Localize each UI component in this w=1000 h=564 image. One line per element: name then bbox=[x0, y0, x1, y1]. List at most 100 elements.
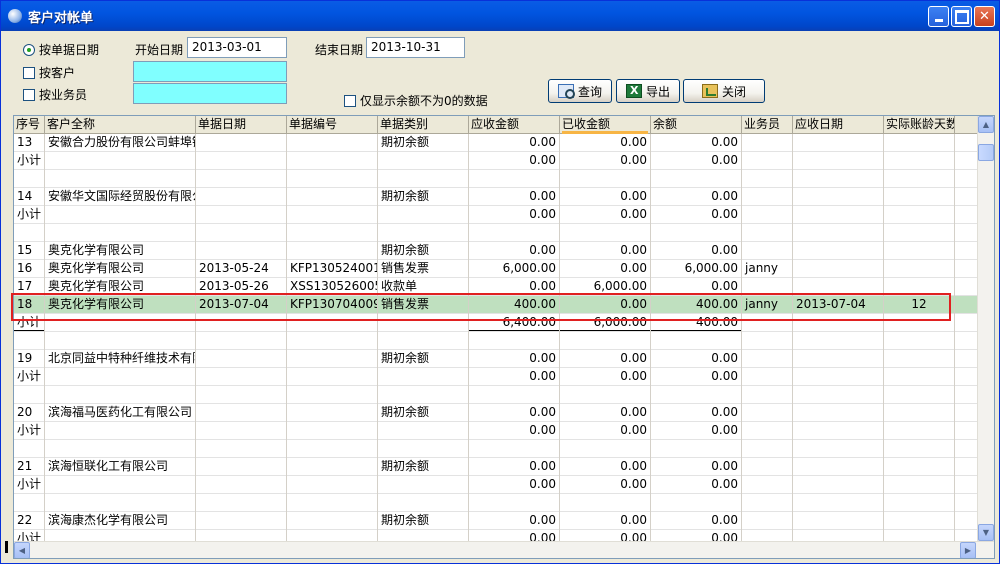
cell-col-aging-days[interactable] bbox=[884, 170, 955, 188]
cell-col-aging-days[interactable] bbox=[884, 386, 955, 404]
scroll-right-icon[interactable]: ▶ bbox=[960, 542, 976, 558]
checkbox-nonzero-balance[interactable]: 仅显示余额不为0的数据 bbox=[344, 92, 488, 109]
cell-col-doc-date[interactable] bbox=[196, 458, 287, 476]
cell-col-doc-date[interactable] bbox=[196, 386, 287, 404]
cell-col-doc-date[interactable] bbox=[196, 512, 287, 530]
cell-col-doc-type[interactable] bbox=[378, 332, 469, 350]
cell-col-customer[interactable] bbox=[45, 224, 196, 242]
header-col-doc-date[interactable]: 单据日期 bbox=[196, 116, 287, 134]
cell-col-due-date[interactable] bbox=[793, 242, 884, 260]
cell-col-salesperson[interactable] bbox=[742, 242, 793, 260]
cell-col-aging-days[interactable]: 12 bbox=[884, 296, 955, 314]
cell-col-aging-days[interactable] bbox=[884, 458, 955, 476]
cell-col-receivable[interactable]: 0.00 bbox=[469, 350, 560, 368]
statement-grid[interactable]: 序号 客户全称 单据日期 单据编号 单据类别 应收金额 已收金额 余额 业务员 应收日期 实际账龄天… bbox=[13, 115, 995, 559]
cell-col-salesperson[interactable] bbox=[742, 134, 793, 152]
cell-col-due-date[interactable] bbox=[793, 350, 884, 368]
cell-col-receivable[interactable]: 0.00 bbox=[469, 422, 560, 440]
cell-col-customer[interactable]: 安徽合力股份有限公司蚌埠铸 bbox=[45, 134, 196, 152]
cell-col-due-date[interactable] bbox=[793, 494, 884, 512]
cell-col-aging-days[interactable] bbox=[884, 494, 955, 512]
cell-col-due-date[interactable] bbox=[793, 134, 884, 152]
table-row[interactable] bbox=[14, 386, 978, 404]
cell-col-balance[interactable]: 400.00 bbox=[651, 296, 742, 314]
cell-col-received[interactable] bbox=[560, 440, 651, 458]
table-row[interactable]: 18 奥克化学有限公司 2013-07-04 KFP130704009 销售发票 400.… bbox=[14, 296, 978, 314]
cell-col-aging-days[interactable] bbox=[884, 188, 955, 206]
cell-col-doc-date[interactable] bbox=[196, 476, 287, 494]
cell-col-salesperson[interactable] bbox=[742, 494, 793, 512]
cell-col-received[interactable]: 0.00 bbox=[560, 512, 651, 530]
table-row[interactable]: 15 奥克化学有限公司 期初余额 0.00 0.00 0.00 bbox=[14, 242, 978, 260]
cell-col-customer[interactable] bbox=[45, 422, 196, 440]
cell-col-received[interactable]: 0.00 bbox=[560, 152, 651, 170]
cell-col-salesperson[interactable]: janny bbox=[742, 260, 793, 278]
cell-col-customer[interactable] bbox=[45, 386, 196, 404]
cell-col-due-date[interactable] bbox=[793, 260, 884, 278]
cell-col-doc-no[interactable] bbox=[287, 314, 378, 332]
table-row[interactable]: 22 滨海康杰化学有限公司 期初余额 0.00 0.00 0.00 bbox=[14, 512, 978, 530]
cell-col-customer[interactable]: 滨海福马医药化工有限公司 bbox=[45, 404, 196, 422]
cell-col-doc-type[interactable] bbox=[378, 494, 469, 512]
cell-col-doc-type[interactable] bbox=[378, 152, 469, 170]
table-row[interactable]: 小计 0.00 0.00 0.00 bbox=[14, 206, 978, 224]
cell-col-doc-date[interactable] bbox=[196, 134, 287, 152]
cell-col-customer[interactable]: 奥克化学有限公司 bbox=[45, 296, 196, 314]
header-col-doc-no[interactable]: 单据编号 bbox=[287, 116, 378, 134]
cell-col-received[interactable]: 6,000.00 bbox=[560, 314, 651, 332]
cell-col-due-date[interactable] bbox=[793, 314, 884, 332]
cell-col-doc-no[interactable] bbox=[287, 170, 378, 188]
cell-col-due-date[interactable] bbox=[793, 422, 884, 440]
cell-col-doc-date[interactable] bbox=[196, 350, 287, 368]
cell-col-doc-no[interactable]: KFP130704009 bbox=[287, 296, 378, 314]
table-row[interactable] bbox=[14, 494, 978, 512]
cell-col-index[interactable] bbox=[14, 332, 45, 350]
cell-col-received[interactable]: 0.00 bbox=[560, 206, 651, 224]
cell-col-index[interactable]: 19 bbox=[14, 350, 45, 368]
cell-col-doc-no[interactable] bbox=[287, 368, 378, 386]
cell-col-aging-days[interactable] bbox=[884, 332, 955, 350]
cell-col-customer[interactable]: 奥克化学有限公司 bbox=[45, 260, 196, 278]
cell-col-due-date[interactable]: 2013-07-04 bbox=[793, 296, 884, 314]
cell-col-customer[interactable] bbox=[45, 440, 196, 458]
cell-col-index[interactable] bbox=[14, 440, 45, 458]
cell-col-received[interactable]: 0.00 bbox=[560, 458, 651, 476]
cell-col-doc-type[interactable] bbox=[378, 224, 469, 242]
cell-col-due-date[interactable] bbox=[793, 152, 884, 170]
cell-col-doc-date[interactable] bbox=[196, 224, 287, 242]
cell-col-index[interactable]: 22 bbox=[14, 512, 45, 530]
cell-col-balance[interactable]: 0.00 bbox=[651, 152, 742, 170]
cell-col-doc-no[interactable] bbox=[287, 242, 378, 260]
cell-col-index[interactable] bbox=[14, 224, 45, 242]
table-row[interactable]: 小计 0.00 0.00 0.00 bbox=[14, 368, 978, 386]
cell-col-customer[interactable]: 北京同益中特种纤维技术有限 bbox=[45, 350, 196, 368]
cell-col-customer[interactable] bbox=[45, 368, 196, 386]
salesperson-input[interactable] bbox=[133, 83, 287, 104]
cell-col-balance[interactable] bbox=[651, 386, 742, 404]
cell-col-index[interactable] bbox=[14, 170, 45, 188]
cell-col-doc-date[interactable] bbox=[196, 494, 287, 512]
cell-col-balance[interactable]: 0.00 bbox=[651, 368, 742, 386]
cell-col-customer[interactable]: 滨海康杰化学有限公司 bbox=[45, 512, 196, 530]
cell-col-doc-type[interactable] bbox=[378, 170, 469, 188]
cell-col-receivable[interactable]: 6,000.00 bbox=[469, 260, 560, 278]
cell-col-salesperson[interactable] bbox=[742, 170, 793, 188]
table-row[interactable]: 17 奥克化学有限公司 2013-05-26 XSS130526005 收款单 0.00 6… bbox=[14, 278, 978, 296]
cell-col-doc-type[interactable]: 期初余额 bbox=[378, 458, 469, 476]
cell-col-receivable[interactable]: 0.00 bbox=[469, 188, 560, 206]
cell-col-salesperson[interactable] bbox=[742, 206, 793, 224]
cell-col-doc-no[interactable] bbox=[287, 134, 378, 152]
cell-col-salesperson[interactable] bbox=[742, 476, 793, 494]
cell-col-salesperson[interactable] bbox=[742, 332, 793, 350]
cell-col-doc-date[interactable]: 2013-05-24 bbox=[196, 260, 287, 278]
cell-col-customer[interactable]: 滨海恒联化工有限公司 bbox=[45, 458, 196, 476]
cell-col-balance[interactable]: 0.00 bbox=[651, 242, 742, 260]
cell-col-index[interactable]: 小计 bbox=[14, 152, 45, 170]
header-col-due-date[interactable]: 应收日期 bbox=[793, 116, 884, 134]
table-row[interactable]: 21 滨海恒联化工有限公司 期初余额 0.00 0.00 0.00 bbox=[14, 458, 978, 476]
cell-col-received[interactable] bbox=[560, 386, 651, 404]
export-button[interactable]: 导出 bbox=[616, 79, 680, 103]
table-row[interactable]: 19 北京同益中特种纤维技术有限 期初余额 0.00 0.00 0.00 bbox=[14, 350, 978, 368]
cell-col-due-date[interactable] bbox=[793, 386, 884, 404]
cell-col-salesperson[interactable] bbox=[742, 386, 793, 404]
